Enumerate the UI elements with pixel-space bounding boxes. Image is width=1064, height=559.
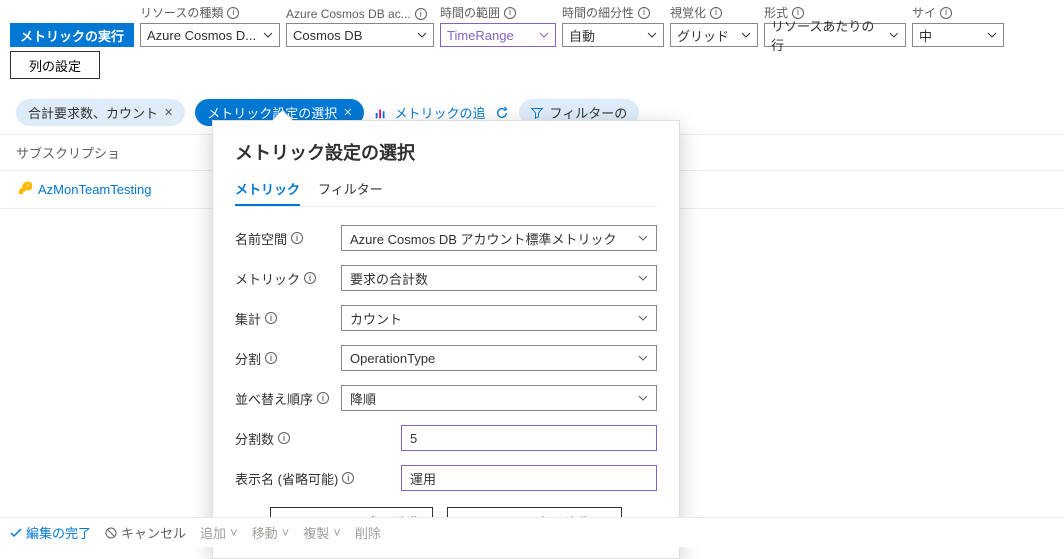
refresh-button[interactable] bbox=[495, 106, 509, 120]
filter-dropdown[interactable]: 中 bbox=[912, 23, 1004, 47]
info-icon[interactable]: i bbox=[291, 232, 303, 244]
split-label: 分割i bbox=[235, 349, 341, 368]
column-settings-button[interactable]: 列の設定 bbox=[10, 51, 100, 79]
chevron-down-icon bbox=[987, 30, 997, 40]
subscription-name-link[interactable]: AzMonTeamTesting bbox=[38, 182, 151, 197]
filter-dropdown[interactable]: Azure Cosmos D... bbox=[140, 23, 280, 47]
sort-dropdown[interactable]: 降順 bbox=[341, 385, 657, 411]
chevron-down-icon bbox=[417, 30, 427, 40]
info-icon[interactable]: i bbox=[415, 8, 427, 20]
info-icon[interactable]: i bbox=[227, 7, 239, 19]
filter-label: 時間の範囲i bbox=[440, 4, 556, 21]
namespace-label: 名前空間i bbox=[235, 229, 341, 248]
cancel-icon bbox=[105, 527, 117, 539]
filter-col-6: サイi 中 bbox=[912, 4, 1004, 47]
filter-dropdown[interactable]: リソースあたりの行 bbox=[764, 23, 906, 47]
filter-col-1: Azure Cosmos DB ac...i Cosmos DB bbox=[286, 7, 434, 47]
info-icon[interactable]: i bbox=[265, 312, 277, 324]
pill-total-requests[interactable]: 合計要求数、カウント ✕ bbox=[16, 99, 185, 126]
filter-col-2: 時間の範囲i TimeRange bbox=[440, 4, 556, 47]
chevron-down-icon bbox=[638, 313, 648, 323]
chevron-down-icon bbox=[638, 273, 648, 283]
chevron-down-icon bbox=[741, 30, 751, 40]
filter-col-3: 時間の細分性i 自動 bbox=[562, 4, 664, 47]
aggregation-dropdown[interactable]: カウント bbox=[341, 305, 657, 331]
info-icon[interactable]: i bbox=[317, 392, 329, 404]
filter-dropdown[interactable]: Cosmos DB bbox=[286, 23, 434, 47]
info-icon[interactable]: i bbox=[278, 432, 290, 444]
namespace-dropdown[interactable]: Azure Cosmos DB アカウント標準メトリック bbox=[341, 225, 657, 251]
filter-label: リソースの種類i bbox=[140, 4, 280, 21]
popup-title: メトリック設定の選択 bbox=[235, 139, 657, 165]
displayname-input[interactable] bbox=[401, 465, 657, 491]
chevron-down-icon bbox=[263, 30, 273, 40]
info-icon[interactable]: i bbox=[710, 7, 722, 19]
info-icon[interactable]: i bbox=[504, 7, 516, 19]
top-filter-bar: メトリックの実行 リソースの種類iAzure Cosmos D...Azure … bbox=[0, 0, 1064, 47]
metric-dropdown[interactable]: 要求の合計数 bbox=[341, 265, 657, 291]
tab-metric[interactable]: メトリック bbox=[235, 179, 300, 206]
metric-label: メトリックi bbox=[235, 269, 341, 288]
info-icon[interactable]: i bbox=[940, 7, 952, 19]
filter-dropdown[interactable]: TimeRange bbox=[440, 23, 556, 47]
metric-settings-popup: メトリック設定の選択 メトリック フィルター 名前空間i Azure Cosmo… bbox=[212, 120, 680, 559]
subscription-column-header: サブスクリプショ bbox=[16, 143, 120, 162]
ghost-move: 移動 ˅ bbox=[252, 523, 290, 542]
ghost-delete: 削除 bbox=[355, 523, 381, 542]
info-icon[interactable]: i bbox=[638, 7, 650, 19]
ghost-add: 追加 ˅ bbox=[200, 523, 238, 542]
info-icon[interactable]: i bbox=[342, 472, 354, 484]
tab-filter[interactable]: フィルター bbox=[318, 179, 383, 206]
chevron-down-icon bbox=[539, 30, 549, 40]
split-dropdown[interactable]: OperationType bbox=[341, 345, 657, 371]
column-settings-row: 列の設定 bbox=[0, 47, 1064, 83]
close-icon[interactable]: ✕ bbox=[164, 106, 173, 119]
filter-dropdown[interactable]: グリッド bbox=[670, 23, 758, 47]
run-metrics-button[interactable]: メトリックの実行 bbox=[10, 23, 134, 47]
chevron-down-icon bbox=[638, 233, 648, 243]
filter-label: Azure Cosmos DB ac...i bbox=[286, 7, 434, 21]
chevron-down-icon bbox=[638, 353, 648, 363]
chevron-down-icon bbox=[647, 30, 657, 40]
info-icon[interactable]: i bbox=[265, 352, 277, 364]
displayname-label: 表示名 (省略可能)i bbox=[235, 469, 401, 488]
filter-dropdown[interactable]: 自動 bbox=[562, 23, 664, 47]
bottom-toolbar: 編集の完了 キャンセル 追加 ˅ 移動 ˅ 複製 ˅ 削除 bbox=[0, 517, 1064, 547]
close-icon[interactable]: ✕ bbox=[343, 106, 352, 119]
cancel-button[interactable]: キャンセル bbox=[105, 523, 186, 542]
ghost-clone: 複製 ˅ bbox=[303, 523, 341, 542]
popup-tabs: メトリック フィルター bbox=[235, 179, 657, 207]
aggregation-label: 集計i bbox=[235, 309, 341, 328]
filter-label: 時間の細分性i bbox=[562, 4, 664, 21]
check-icon bbox=[10, 527, 22, 539]
done-editing-button[interactable]: 編集の完了 bbox=[10, 523, 91, 542]
chevron-down-icon bbox=[889, 30, 899, 40]
filter-label: 視覚化i bbox=[670, 4, 758, 21]
splitcount-input[interactable] bbox=[401, 425, 657, 451]
info-icon[interactable]: i bbox=[304, 272, 316, 284]
sort-label: 並べ替え順序i bbox=[235, 389, 341, 408]
splitcount-label: 分割数i bbox=[235, 429, 401, 448]
filter-col-0: リソースの種類i Azure Cosmos D... bbox=[140, 4, 280, 47]
refresh-icon bbox=[495, 106, 509, 120]
filter-label: サイi bbox=[912, 4, 1004, 21]
chevron-down-icon bbox=[638, 393, 648, 403]
key-icon bbox=[18, 181, 32, 198]
filter-col-5: 形式iリソースあたりの行 bbox=[764, 4, 906, 47]
bar-chart-icon bbox=[374, 106, 388, 120]
pill-label: 合計要求数、カウント bbox=[28, 103, 158, 122]
filter-col-4: 視覚化i グリッド bbox=[670, 4, 758, 47]
filter-add-icon bbox=[531, 107, 543, 119]
